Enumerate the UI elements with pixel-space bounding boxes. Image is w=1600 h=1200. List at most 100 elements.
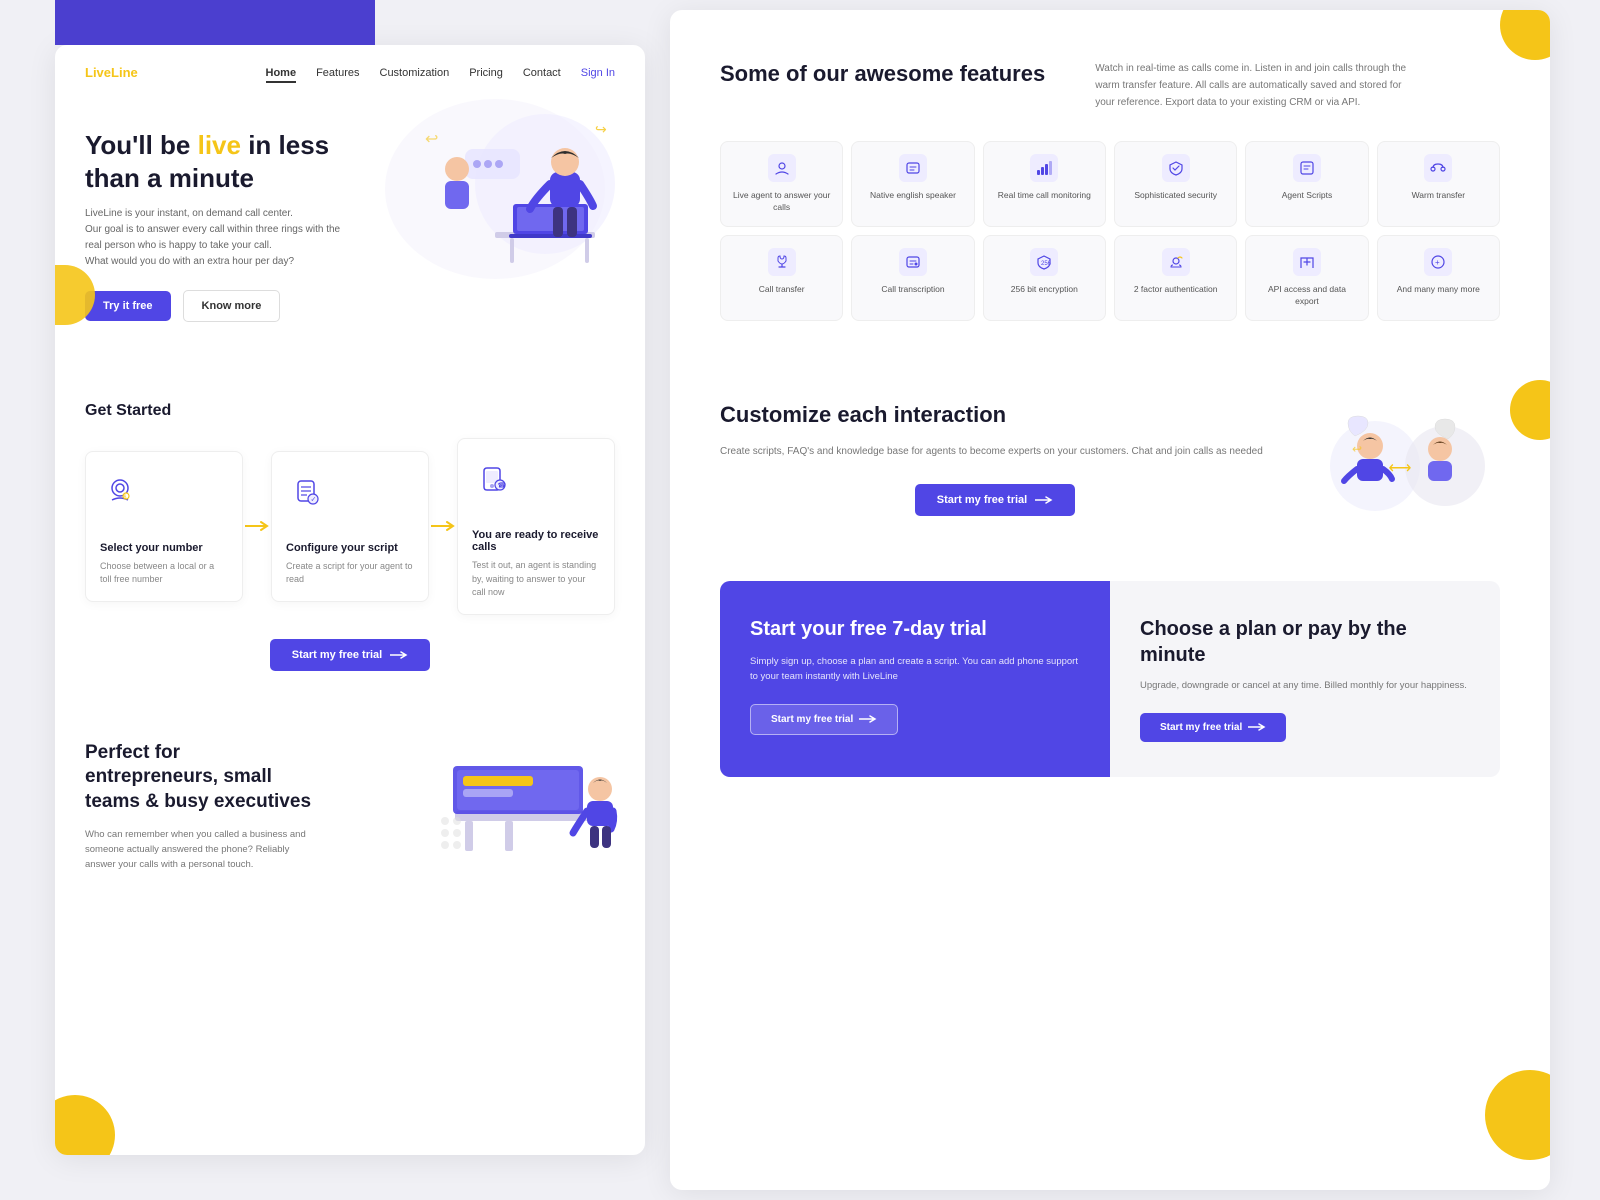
- feature-item-1: Live agent to answer your calls: [720, 141, 843, 227]
- step-desc-1: Choose between a local or a toll free nu…: [100, 560, 228, 587]
- step-3: ☎ You are ready to receive calls Test it…: [457, 438, 615, 615]
- feature-item-12: + And many many more: [1377, 235, 1500, 321]
- svg-text:$: $: [124, 494, 127, 500]
- feature-icon-4: [1162, 154, 1190, 182]
- feature-label-5: Agent Scripts: [1256, 190, 1357, 202]
- customize-title: Customize each interaction: [720, 401, 1270, 430]
- try-it-free-button[interactable]: Try it free: [85, 291, 171, 321]
- nav-customization[interactable]: Customization: [380, 67, 450, 79]
- features-header: Some of our awesome features Watch in re…: [720, 60, 1500, 111]
- step-desc-2: Create a script for your agent to read: [286, 560, 414, 587]
- trial-btn-label: Start my free trial: [292, 649, 382, 661]
- svg-text:+: +: [1435, 258, 1440, 267]
- feature-icon-8: [899, 248, 927, 276]
- cta-right-btn-label: Start my free trial: [1160, 722, 1242, 733]
- cta-section: Start your free 7-day trial Simply sign …: [720, 581, 1500, 777]
- feature-icon-2: [899, 154, 927, 182]
- features-section: Some of our awesome features Watch in re…: [670, 10, 1550, 351]
- hero-buttons: Try it free Know more: [85, 290, 365, 322]
- feature-label-10: 2 factor authentication: [1125, 284, 1226, 296]
- feature-icon-11: [1293, 248, 1321, 276]
- svg-text:↩: ↩: [425, 131, 438, 148]
- feature-icon-7: [768, 248, 796, 276]
- left-panel: LiveLine Home Features Customization Pri…: [55, 45, 645, 1155]
- cta-right-trial-button[interactable]: Start my free trial: [1140, 713, 1286, 742]
- cta-left-description: Simply sign up, choose a plan and create…: [750, 654, 1080, 684]
- step-desc-3: Test it out, an agent is standing by, wa…: [472, 559, 600, 600]
- perfect-for-description: Who can remember when you called a busin…: [85, 827, 315, 873]
- svg-text:⟷: ⟷: [1389, 460, 1412, 477]
- nav-signin[interactable]: Sign In: [581, 67, 615, 79]
- svg-text:☎: ☎: [498, 482, 507, 490]
- feature-label-1: Live agent to answer your calls: [731, 190, 832, 214]
- hero-title-pre: You'll be: [85, 130, 198, 160]
- step-arrow-1: [243, 520, 271, 532]
- svg-text:✓: ✓: [311, 496, 317, 503]
- step-arrow-2: [429, 520, 457, 532]
- step-card-1: $ Select your number Choose between a lo…: [85, 451, 243, 602]
- feature-icon-1: [768, 154, 796, 182]
- feature-label-7: Call transfer: [731, 284, 832, 296]
- customize-section: Customize each interaction Create script…: [670, 371, 1550, 561]
- step-title-3: You are ready to receive calls: [472, 529, 600, 553]
- step-icon-3: ☎: [472, 459, 512, 499]
- hero-title-highlight: live: [198, 130, 241, 160]
- feature-label-2: Native english speaker: [862, 190, 963, 202]
- feature-label-12: And many many more: [1388, 284, 1489, 296]
- feature-item-3: Real time call monitoring: [983, 141, 1106, 227]
- feature-item-9: 256 256 bit encryption: [983, 235, 1106, 321]
- step-title-1: Select your number: [100, 542, 228, 554]
- customize-trial-button[interactable]: Start my free trial: [915, 484, 1075, 516]
- nav-home[interactable]: Home: [266, 67, 297, 83]
- svg-text:↪: ↪: [595, 121, 607, 137]
- nav-links: Home Features Customization Pricing Cont…: [266, 63, 615, 81]
- cta-left-trial-button[interactable]: Start my free trial: [750, 704, 898, 735]
- feature-label-3: Real time call monitoring: [994, 190, 1095, 202]
- get-started-title: Get Started: [85, 402, 615, 420]
- feature-icon-10: [1162, 248, 1190, 276]
- features-title: Some of our awesome features: [720, 60, 1045, 89]
- customize-text: Customize each interaction Create script…: [720, 401, 1270, 517]
- hero-text: You'll be live in less than a minute Liv…: [85, 129, 365, 322]
- yellow-circle-bottom-left: [55, 1095, 115, 1155]
- step-icon-2: ✓: [286, 472, 326, 512]
- svg-text:256: 256: [1041, 261, 1052, 267]
- step-title-2: Configure your script: [286, 542, 414, 554]
- customize-description: Create scripts, FAQ's and knowledge base…: [720, 443, 1270, 460]
- cta-left: Start your free 7-day trial Simply sign …: [720, 581, 1110, 777]
- feature-item-11: API access and data export: [1245, 235, 1368, 321]
- get-started-section: Get Started $ Select your number: [55, 372, 645, 691]
- feature-icon-3: [1030, 154, 1058, 182]
- know-more-button[interactable]: Know more: [183, 290, 281, 322]
- feature-icon-5: [1293, 154, 1321, 182]
- hero-description: LiveLine is your instant, on demand call…: [85, 206, 365, 270]
- cta-right: Choose a plan or pay by the minute Upgra…: [1110, 581, 1500, 777]
- features-grid: Live agent to answer your calls Native e…: [720, 141, 1500, 321]
- step-card-2: ✓ Configure your script Create a script …: [271, 451, 429, 602]
- get-started-trial-button[interactable]: Start my free trial: [270, 639, 430, 671]
- feature-item-5: Agent Scripts: [1245, 141, 1368, 227]
- right-panel: Some of our awesome features Watch in re…: [670, 10, 1550, 1190]
- step-2: ✓ Configure your script Create a script …: [271, 451, 429, 602]
- step-card-3: ☎ You are ready to receive calls Test it…: [457, 438, 615, 615]
- feature-item-7: Call transfer: [720, 235, 843, 321]
- svg-text:↩: ↩: [1352, 442, 1362, 456]
- nav-features[interactable]: Features: [316, 67, 359, 79]
- cta-right-title: Choose a plan or pay by the minute: [1140, 616, 1470, 668]
- feature-item-6: Warm transfer: [1377, 141, 1500, 227]
- feature-item-2: Native english speaker: [851, 141, 974, 227]
- nav-contact[interactable]: Contact: [523, 67, 561, 79]
- feature-label-6: Warm transfer: [1388, 190, 1489, 202]
- feature-label-9: 256 bit encryption: [994, 284, 1095, 296]
- step-1: $ Select your number Choose between a lo…: [85, 451, 243, 602]
- navigation: LiveLine Home Features Customization Pri…: [55, 45, 645, 99]
- feature-label-11: API access and data export: [1256, 284, 1357, 308]
- nav-pricing[interactable]: Pricing: [469, 67, 503, 79]
- perfect-for-section: Perfect for entrepreneurs, small teams &…: [55, 711, 645, 911]
- feature-icon-6: [1424, 154, 1452, 182]
- hero-illustration: ↩ ↪: [405, 94, 625, 284]
- feature-item-10: 2 factor authentication: [1114, 235, 1237, 321]
- feature-icon-12: +: [1424, 248, 1452, 276]
- feature-label-4: Sophisticated security: [1125, 190, 1226, 202]
- customize-btn-label: Start my free trial: [937, 494, 1027, 506]
